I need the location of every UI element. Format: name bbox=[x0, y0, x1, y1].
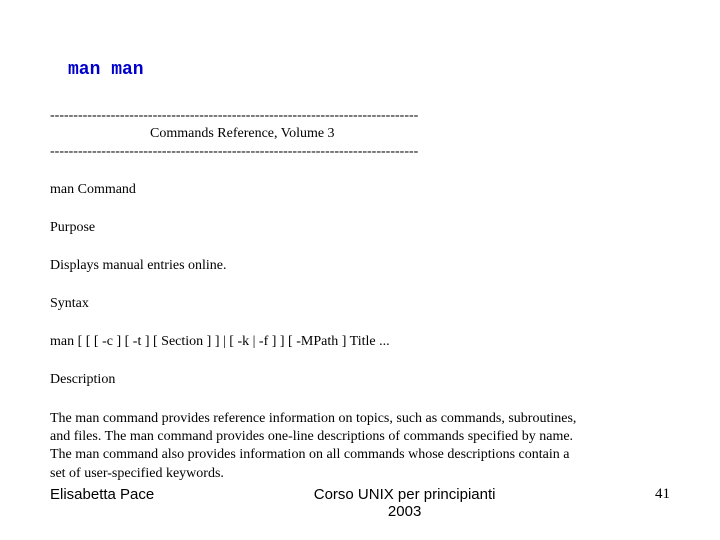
divider-top: ----------------------------------------… bbox=[50, 108, 670, 124]
footer-author: Elisabetta Pace bbox=[50, 486, 154, 503]
command-name-heading: man Command bbox=[50, 182, 670, 198]
description-text: The man command provides reference infor… bbox=[50, 410, 580, 483]
slide-footer: Elisabetta Pace Corso UNIX per principia… bbox=[50, 486, 670, 520]
divider-bottom: ----------------------------------------… bbox=[50, 144, 670, 160]
footer-page-number: 41 bbox=[655, 486, 670, 503]
footer-course-line2: 2003 bbox=[154, 503, 655, 520]
footer-course: Corso UNIX per principianti 2003 bbox=[154, 486, 655, 520]
slide-title: man man bbox=[68, 60, 670, 80]
purpose-text: Displays manual entries online. bbox=[50, 258, 670, 274]
syntax-text: man [ [ [ -c ] [ -t ] [ Section ] ] | [ … bbox=[50, 334, 670, 350]
description-label: Description bbox=[50, 372, 670, 388]
purpose-label: Purpose bbox=[50, 220, 670, 236]
syntax-label: Syntax bbox=[50, 296, 670, 312]
reference-heading: Commands Reference, Volume 3 bbox=[150, 126, 670, 142]
footer-course-line1: Corso UNIX per principianti bbox=[154, 486, 655, 503]
